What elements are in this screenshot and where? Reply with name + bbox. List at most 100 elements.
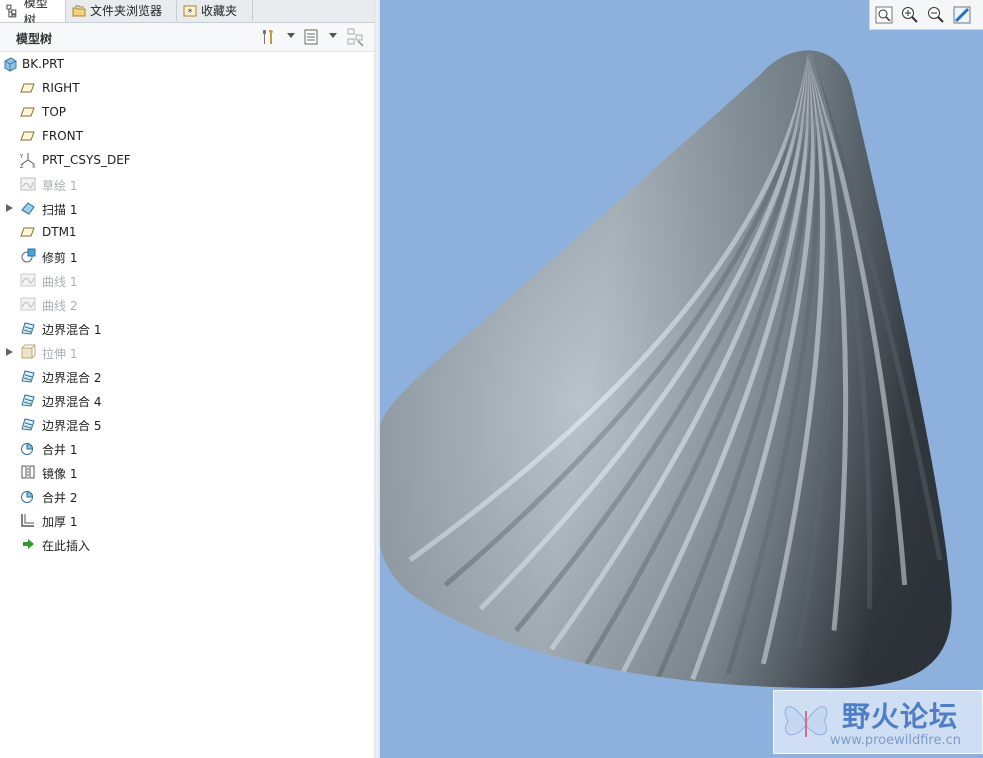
- watermark-title: 野火论坛: [842, 700, 959, 733]
- tree-item-dtm1[interactable]: DTM1: [0, 220, 374, 244]
- tree-item-label: 边界混合 1: [42, 323, 102, 337]
- tree-item-insert-here[interactable]: 在此插入: [0, 532, 374, 556]
- tree-item-label: 草绘 1: [42, 179, 78, 193]
- tab-label: 文件夹浏览器: [90, 4, 163, 18]
- tree-item-csys[interactable]: Y X Z PRT_CSYS_DEF: [0, 148, 374, 172]
- tree-item-label: 合并 2: [42, 491, 78, 505]
- tree-item-merge-2[interactable]: 合并 2: [0, 484, 374, 508]
- folder-browser-icon: [72, 5, 86, 16]
- tree-item-label: 镜像 1: [42, 467, 78, 481]
- tree-item-label: 加厚 1: [42, 515, 78, 529]
- zoom-in-icon[interactable]: [900, 5, 920, 25]
- butterfly-logo-icon: [784, 706, 828, 737]
- tab-label: 收藏夹: [201, 4, 238, 18]
- boundary-blend-icon: [21, 418, 35, 431]
- boundary-blend-icon: [21, 322, 35, 335]
- tree-item-thicken-1[interactable]: 加厚 1: [0, 508, 374, 532]
- repaint-icon[interactable]: [952, 5, 972, 25]
- datum-plane-icon: [20, 107, 35, 117]
- boundary-blend-icon: [21, 370, 35, 383]
- chevron-down-icon[interactable]: [287, 33, 295, 38]
- datum-plane-icon: [20, 83, 35, 93]
- favorites-icon: *: [183, 5, 197, 18]
- svg-text:X: X: [32, 164, 36, 168]
- tree-item-label: RIGHT: [42, 81, 80, 95]
- tree-item-label: 曲线 1: [42, 275, 78, 289]
- model-tree-icon: [6, 4, 17, 18]
- trim-icon: [21, 248, 36, 263]
- tree-item-label: 曲线 2: [42, 299, 78, 313]
- tree-item-label: 修剪 1: [42, 251, 78, 265]
- tree-item-sketch-1[interactable]: 草绘 1: [0, 172, 374, 196]
- tree-item-front[interactable]: FRONT: [0, 124, 374, 148]
- watermark-url: www.proewildfire.cn: [830, 733, 961, 748]
- tree-item-trim-1[interactable]: 修剪 1: [0, 244, 374, 268]
- view-toolbar: [869, 0, 983, 30]
- svg-text:Y: Y: [20, 154, 24, 160]
- tree-item-extrude-1[interactable]: 拉伸 1: [0, 340, 374, 364]
- tab-model-tree[interactable]: 模型树: [0, 0, 66, 27]
- datum-plane-icon: [20, 131, 35, 141]
- datum-plane-icon: [20, 227, 35, 237]
- svg-text:Z: Z: [20, 164, 24, 168]
- part-icon: [4, 57, 17, 72]
- merge-icon: [21, 442, 34, 455]
- tree-item-label: 拉伸 1: [42, 347, 78, 361]
- tree-item-label: PRT_CSYS_DEF: [42, 153, 131, 167]
- tree-item-merge-1[interactable]: 合并 1: [0, 436, 374, 460]
- expand-arrow-icon[interactable]: [6, 204, 13, 212]
- thicken-icon: [21, 514, 34, 527]
- insert-here-arrow-icon: [23, 539, 34, 549]
- tab-favorites[interactable]: * 收藏夹: [177, 0, 253, 21]
- settings-tools-button[interactable]: [258, 27, 278, 47]
- curve-icon: [20, 297, 36, 311]
- mirror-icon: [21, 465, 35, 479]
- tree-item-boundary-blend-2[interactable]: 边界混合 2: [0, 364, 374, 388]
- tree-item-curve-2[interactable]: 曲线 2: [0, 292, 374, 316]
- tree-item-boundary-blend-1[interactable]: 边界混合 1: [0, 316, 374, 340]
- svg-text:*: *: [188, 8, 193, 18]
- tree-item-label: 在此插入: [42, 539, 91, 553]
- tree-title: 模型树: [16, 32, 53, 46]
- graphics-viewport[interactable]: 野火论坛 www.proewildfire.cn: [380, 0, 983, 758]
- tree-item-label: 扫描 1: [42, 203, 78, 217]
- forum-watermark: 野火论坛 www.proewildfire.cn: [773, 690, 983, 754]
- tree-item-curve-1[interactable]: 曲线 1: [0, 268, 374, 292]
- tools-icon: [263, 30, 273, 44]
- filter-icon: [347, 28, 364, 47]
- tree-item-mirror-1[interactable]: 镜像 1: [0, 460, 374, 484]
- panel-tabs: 模型树 文件夹浏览器 * 收藏夹: [0, 0, 380, 27]
- sweep-icon: [21, 202, 35, 215]
- tree-header: 模型树: [0, 23, 374, 52]
- extrude-icon: [21, 344, 36, 359]
- filter-button[interactable]: [346, 27, 366, 47]
- expand-arrow-icon[interactable]: [6, 348, 13, 356]
- tree-item-boundary-blend-4[interactable]: 边界混合 4: [0, 388, 374, 412]
- csys-icon: Y X Z: [20, 153, 36, 168]
- tree-item-root[interactable]: BK.PRT: [0, 52, 374, 76]
- tree-item-label: 边界混合 5: [42, 419, 102, 433]
- tree-item-label: BK.PRT: [22, 57, 64, 71]
- sketch-icon: [20, 177, 36, 191]
- tree-item-top[interactable]: TOP: [0, 100, 374, 124]
- tree-item-boundary-blend-5[interactable]: 边界混合 5: [0, 412, 374, 436]
- show-options-button[interactable]: [302, 27, 322, 47]
- tree-item-right[interactable]: RIGHT: [0, 76, 374, 100]
- model-tree-panel: 模型树 文件夹浏览器 * 收藏夹 模型树 BK.PRT RIGHT TOP FR…: [0, 0, 380, 758]
- chevron-down-icon[interactable]: [329, 33, 337, 38]
- tree-item-label: 边界混合 4: [42, 395, 102, 409]
- zoom-out-icon[interactable]: [926, 5, 946, 25]
- list-options-icon: [304, 29, 318, 45]
- curve-icon: [20, 273, 36, 287]
- merge-icon: [21, 490, 34, 503]
- tree-item-label: TOP: [42, 105, 67, 119]
- tree-item-sweep-1[interactable]: 扫描 1: [0, 196, 374, 220]
- zoom-refit-icon[interactable]: [874, 5, 894, 25]
- model-3d-render: [380, 50, 952, 689]
- tree-item-label: FRONT: [42, 129, 83, 143]
- boundary-blend-icon: [21, 394, 35, 407]
- tree-item-label: DTM1: [42, 225, 77, 239]
- tree-item-label: 合并 1: [42, 443, 78, 457]
- tab-folder-browser[interactable]: 文件夹浏览器: [66, 0, 177, 21]
- tree-item-label: 边界混合 2: [42, 371, 102, 385]
